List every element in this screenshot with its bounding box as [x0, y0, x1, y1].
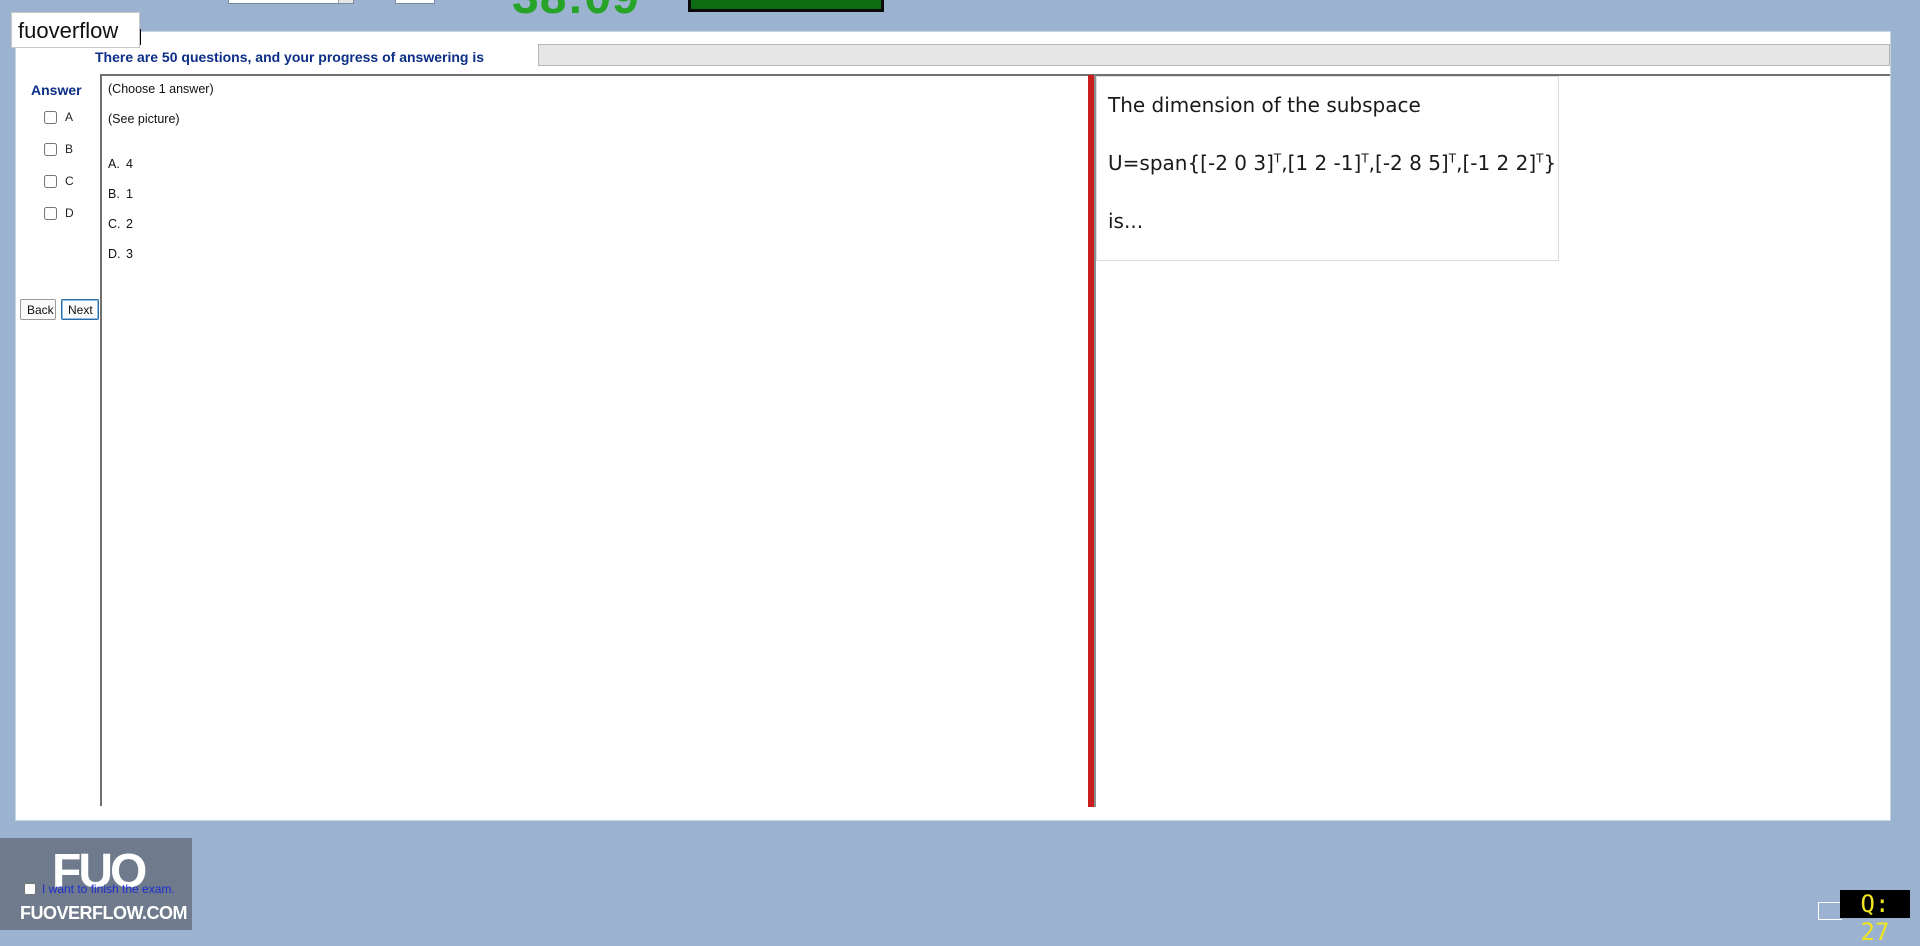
app-label: fuoverflow — [11, 12, 141, 48]
answer-checkbox-b[interactable] — [44, 142, 57, 156]
top-toolbar: 38:09 — [0, 0, 1920, 30]
choice-key: A. — [108, 157, 120, 171]
question-picture: The dimension of the subspace U=span{[-2… — [1096, 76, 1559, 261]
question-counter: Q: 27 — [1840, 890, 1910, 946]
choice-text: 3 — [126, 247, 133, 261]
timer: 38:09 — [512, 0, 640, 25]
logo-text: FUOVERFLOW.COM — [20, 903, 188, 923]
transpose-mark: T — [1448, 151, 1457, 166]
choice-text: 4 — [126, 157, 133, 171]
picture-line-1: The dimension of the subspace — [1108, 93, 1421, 117]
progress-text: There are 50 questions, and your progres… — [95, 49, 484, 65]
timer-progress-bar — [688, 0, 884, 12]
choice-text: 1 — [126, 187, 133, 201]
answer-option-label: D — [65, 206, 74, 220]
text-caret — [140, 29, 141, 45]
finish-exam-checkbox[interactable] — [24, 883, 36, 895]
choice-a: A. 4 — [108, 157, 133, 171]
progress-bar — [538, 44, 1890, 66]
answer-option-a[interactable]: A — [43, 110, 73, 124]
answer-title: Answer — [31, 82, 82, 98]
transpose-mark: T — [1361, 151, 1369, 166]
vector-1: [-2 0 3] — [1200, 151, 1274, 175]
answer-checkbox-c[interactable] — [44, 174, 57, 188]
transpose-mark: T — [1536, 151, 1544, 166]
back-button[interactable]: Back — [20, 299, 56, 320]
dropdown-button[interactable] — [338, 0, 353, 3]
font-size-select[interactable] — [228, 0, 354, 4]
zoom-field[interactable] — [395, 0, 435, 4]
choice-key: B. — [108, 187, 120, 201]
question-note: (See picture) — [108, 112, 180, 126]
answer-option-c[interactable]: C — [43, 174, 74, 188]
timer-progress-fill — [691, 0, 881, 9]
vector-2: [1 2 -1] — [1287, 151, 1362, 175]
answer-option-b[interactable]: B — [43, 142, 73, 156]
answer-checkbox-a[interactable] — [44, 110, 57, 124]
picture-line-2: U=span{[-2 0 3]T,[1 2 -1]T,[-2 8 5]T,[-1… — [1108, 151, 1557, 175]
choice-key: C. — [108, 217, 121, 231]
choice-c: C. 2 — [108, 217, 133, 231]
vector-3: [-2 8 5] — [1375, 151, 1449, 175]
app-label-text: fuoverflow — [18, 18, 119, 43]
next-button[interactable]: Next — [61, 299, 99, 320]
choice-key: D. — [108, 247, 121, 261]
answer-option-label: C — [65, 174, 74, 188]
finish-exam-option[interactable]: I want to finish the exam. — [24, 882, 175, 896]
span-prefix: U=span{ — [1108, 151, 1201, 175]
answer-option-d[interactable]: D — [43, 206, 74, 220]
transpose-mark: T — [1273, 151, 1282, 166]
span-suffix: } — [1543, 151, 1557, 175]
choice-b: B. 1 — [108, 187, 133, 201]
answer-option-label: A — [65, 110, 74, 124]
picture-line-3: is... — [1108, 209, 1144, 233]
counter-outline — [1818, 902, 1842, 920]
choice-d: D. 3 — [108, 247, 133, 261]
finish-exam-label: I want to finish the exam. — [42, 882, 175, 896]
question-instruction: (Choose 1 answer) — [108, 82, 214, 96]
vector-4: [-1 2 2] — [1462, 151, 1537, 175]
answer-option-label: B — [65, 142, 74, 156]
question-frame — [100, 74, 1890, 806]
choice-text: 2 — [126, 217, 133, 231]
answer-checkbox-d[interactable] — [44, 206, 57, 220]
splitter[interactable] — [1088, 75, 1096, 807]
